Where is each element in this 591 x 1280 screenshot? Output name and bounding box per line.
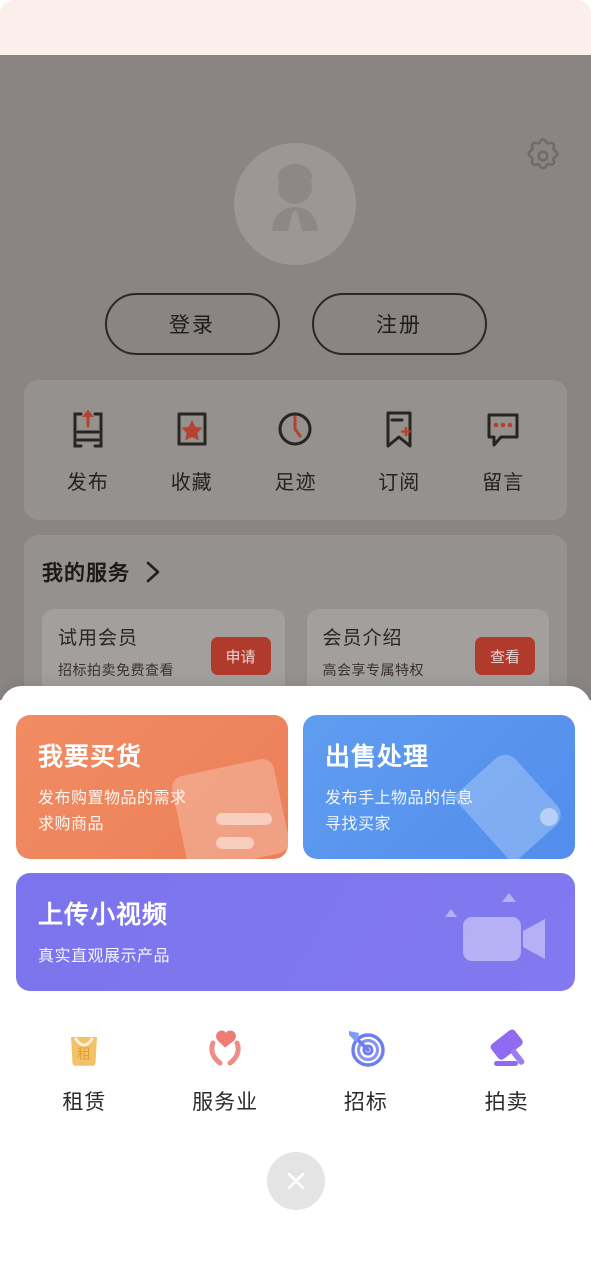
close-x-icon xyxy=(287,1172,304,1190)
category-label: 招标 xyxy=(343,1091,388,1114)
rental-bag-icon: 租 xyxy=(71,1037,98,1066)
apply-button[interactable]: 申请 xyxy=(210,637,271,675)
quick-action-favorites[interactable]: 收藏 xyxy=(148,406,236,495)
profile-header-area: 登录 注册 发布 收藏 足迹 订阅 留言 我的服务 试用会员 招标拍卖免费查看 … xyxy=(0,55,591,720)
action-card-buy[interactable]: 我要买货 发布购置物品的需求 求购商品 xyxy=(16,715,288,859)
primary-action-cards: 我要买货 发布购置物品的需求 求购商品 出售处理 发布手上物品的信息 寻找买家 xyxy=(0,686,591,859)
action-card-sell[interactable]: 出售处理 发布手上物品的信息 寻找买家 xyxy=(303,715,575,859)
quick-action-footprints[interactable]: 足迹 xyxy=(251,406,339,495)
view-button[interactable]: 查看 xyxy=(475,637,535,675)
my-services-header[interactable]: 我的服务 xyxy=(24,535,567,587)
quick-actions-panel: 发布 收藏 足迹 订阅 留言 xyxy=(24,380,567,520)
video-card-wrapper: 上传小视频 真实直观展示产品 xyxy=(0,859,591,991)
action-card-sub: 发布手上物品的信息 寻找买家 xyxy=(325,786,575,837)
star-favorite-icon xyxy=(177,412,207,445)
chevron-right-icon xyxy=(146,561,160,583)
category-shortcuts: 租 租赁 服务业 招标 拍卖 xyxy=(0,991,591,1116)
upload-publish-icon xyxy=(73,409,103,447)
action-card-sub: 真实直观展示产品 xyxy=(38,948,171,965)
register-button[interactable]: 注册 xyxy=(311,293,487,355)
settings-button[interactable] xyxy=(519,133,567,181)
profile-page-backdrop: 登录 注册 发布 收藏 足迹 订阅 留言 我的服务 试用会员 招标拍卖免费查看 … xyxy=(0,0,591,720)
target-dart-bidding-icon xyxy=(348,1031,385,1067)
action-card-upload-video[interactable]: 上传小视频 真实直观展示产品 xyxy=(16,873,575,991)
category-auction[interactable]: 拍卖 xyxy=(459,1023,555,1116)
action-card-sub-line1: 发布购置物品的需求 xyxy=(38,790,187,807)
category-bidding[interactable]: 招标 xyxy=(318,1023,414,1116)
category-services[interactable]: 服务业 xyxy=(177,1023,273,1116)
action-card-title: 我要买货 xyxy=(38,743,143,771)
login-button[interactable]: 登录 xyxy=(104,293,280,355)
publish-action-sheet: 我要买货 发布购置物品的需求 求购商品 出售处理 发布手上物品的信息 寻找买家 xyxy=(0,686,591,1280)
category-label: 拍卖 xyxy=(484,1091,529,1114)
message-bubble-icon xyxy=(487,413,519,446)
quick-action-label: 发布 xyxy=(66,471,109,494)
gavel-auction-icon xyxy=(490,1029,524,1066)
category-label: 服务业 xyxy=(192,1091,259,1114)
close-button-wrapper xyxy=(0,1152,591,1210)
category-rental[interactable]: 租 租赁 xyxy=(36,1023,132,1116)
action-card-title: 上传小视频 xyxy=(38,901,169,929)
heart-hands-service-icon xyxy=(209,1030,241,1066)
quick-action-messages[interactable]: 留言 xyxy=(459,406,547,495)
status-bar xyxy=(0,0,591,55)
bookmark-subscribe-icon xyxy=(386,411,412,447)
action-card-sub: 发布购置物品的需求 求购商品 xyxy=(38,786,288,837)
auth-buttons: 登录 注册 xyxy=(0,293,591,355)
close-sheet-button[interactable] xyxy=(266,1152,325,1210)
quick-action-subscribe[interactable]: 订阅 xyxy=(355,406,443,495)
clock-history-icon xyxy=(278,412,312,445)
action-card-sub-line2: 求购商品 xyxy=(38,815,105,833)
quick-action-label: 足迹 xyxy=(274,471,317,494)
action-card-sub-line1: 发布手上物品的信息 xyxy=(325,790,474,807)
quick-action-publish[interactable]: 发布 xyxy=(44,406,132,495)
default-user-avatar-icon xyxy=(272,164,318,231)
page-title: 我的服务 xyxy=(42,562,130,585)
quick-action-label: 收藏 xyxy=(170,471,213,494)
app-screen: 登录 注册 发布 收藏 足迹 订阅 留言 我的服务 试用会员 招标拍卖免费查看 … xyxy=(0,0,591,1280)
rental-bag-glyph: 租 xyxy=(77,1046,91,1062)
avatar[interactable] xyxy=(234,143,356,265)
action-card-title: 出售处理 xyxy=(325,743,430,771)
quick-action-label: 留言 xyxy=(482,471,525,494)
category-label: 租赁 xyxy=(62,1091,107,1114)
quick-action-label: 订阅 xyxy=(378,471,421,494)
action-card-sub-line2: 寻找买家 xyxy=(325,815,392,833)
gear-icon xyxy=(527,138,559,170)
